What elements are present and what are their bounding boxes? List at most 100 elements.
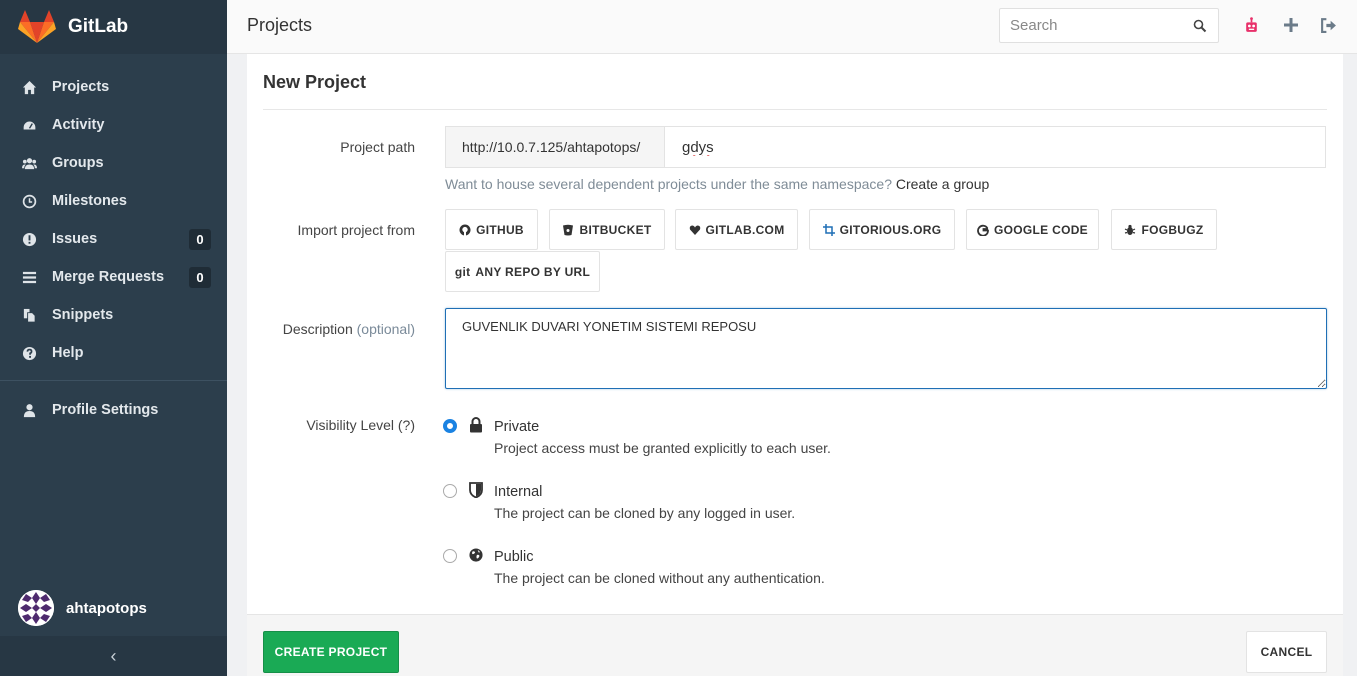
namespace-help: Want to house several dependent projects… xyxy=(445,176,989,192)
heading-divider xyxy=(263,109,1327,110)
issues-count-badge: 0 xyxy=(189,229,211,250)
clock-icon xyxy=(20,193,38,209)
import-google-code-button[interactable]: GOOGLE CODE xyxy=(966,209,1099,250)
namespace-prefix: http://10.0.7.125/ahtapotops/ xyxy=(446,127,665,167)
robot-icon xyxy=(1245,16,1257,32)
chevron-left-icon: ‹ xyxy=(110,645,117,666)
sidebar-profile-nav: Profile Settings xyxy=(0,391,227,429)
radio-internal[interactable] xyxy=(443,484,457,498)
merge-requests-count-badge: 0 xyxy=(189,267,211,288)
bug-icon xyxy=(1124,224,1136,236)
list-icon xyxy=(20,269,38,285)
description-label-text: Description xyxy=(282,321,353,337)
sidebar-item-label: Issues xyxy=(52,231,98,247)
import-fogbugz-button[interactable]: FOGBUGZ xyxy=(1111,209,1217,250)
import-google-code-label: GOOGLE CODE xyxy=(994,222,1088,237)
search-icon xyxy=(1193,19,1207,33)
page-title: Projects xyxy=(247,15,313,35)
git-icon: git xyxy=(454,264,471,279)
import-bitbucket-button[interactable]: BITBUCKET xyxy=(549,209,665,250)
google-icon xyxy=(977,224,989,236)
new-project-form: New Project Project path http://10.0.7.1… xyxy=(247,54,1343,614)
visibility-title: Public xyxy=(494,549,534,565)
current-user[interactable]: ahtapotops xyxy=(18,590,147,626)
globe-icon xyxy=(469,548,483,562)
gitlab-logo-icon xyxy=(18,10,56,43)
import-github-button[interactable]: GITHUB xyxy=(445,209,538,250)
home-icon xyxy=(20,79,38,95)
form-actions: CREATE PROJECT CANCEL xyxy=(247,614,1343,676)
shield-icon xyxy=(469,482,483,498)
visibility-label: Visibility Level (?) xyxy=(306,417,415,433)
new-project-button[interactable] xyxy=(1281,15,1301,35)
import-bitbucket-label: BITBUCKET xyxy=(579,222,652,237)
crop-icon xyxy=(822,223,835,236)
optional-hint: (optional) xyxy=(356,321,415,337)
sign-out-icon xyxy=(1320,17,1336,33)
bitbucket-icon xyxy=(562,224,574,236)
sidebar-item-label: Groups xyxy=(52,155,104,171)
group-icon xyxy=(20,155,38,171)
sidebar: GitLab Projects Activity Groups Mileston… xyxy=(0,0,227,676)
form-heading: New Project xyxy=(263,72,367,92)
project-path-group: http://10.0.7.125/ahtapotops/ xyxy=(445,126,1326,168)
create-group-link[interactable]: Create a group xyxy=(896,176,989,192)
sidebar-item-issues[interactable]: Issues 0 xyxy=(0,220,227,258)
import-gitlab-com-label: GITLAB.COM xyxy=(705,222,785,237)
import-gitorious-button[interactable]: GITORIOUS.ORG xyxy=(809,209,955,250)
sidebar-item-profile-settings[interactable]: Profile Settings xyxy=(0,391,227,429)
brand-name: GitLab xyxy=(68,16,129,37)
sidebar-item-merge-requests[interactable]: Merge Requests 0 xyxy=(0,258,227,296)
admin-area-button[interactable] xyxy=(1241,15,1261,35)
import-label: Import project from xyxy=(297,222,415,238)
sidebar-item-label: Snippets xyxy=(52,307,114,323)
sidebar-item-label: Milestones xyxy=(52,193,127,209)
top-header: Projects xyxy=(227,0,1357,54)
radio-public[interactable] xyxy=(443,549,457,563)
project-path-input[interactable] xyxy=(665,127,1325,167)
help-text: Want to house several dependent projects… xyxy=(445,176,892,192)
sidebar-item-label: Projects xyxy=(52,79,110,95)
sidebar-item-help[interactable]: Help xyxy=(0,334,227,372)
import-gitlab-com-button[interactable]: GITLAB.COM xyxy=(675,209,798,250)
sidebar-item-activity[interactable]: Activity xyxy=(0,106,227,144)
sidebar-item-snippets[interactable]: Snippets xyxy=(0,296,227,334)
visibility-desc: The project can be cloned without any au… xyxy=(494,570,825,586)
sidebar-item-projects[interactable]: Projects xyxy=(0,68,227,106)
username: ahtapotops xyxy=(66,599,147,617)
sidebar-item-milestones[interactable]: Milestones xyxy=(0,182,227,220)
exclamation-icon xyxy=(20,231,38,247)
dashboard-icon xyxy=(20,117,38,133)
create-project-button[interactable]: CREATE PROJECT xyxy=(263,631,399,673)
lock-icon xyxy=(470,417,482,433)
visibility-desc: Project access must be granted explicitl… xyxy=(494,440,831,456)
import-fogbugz-label: FOGBUGZ xyxy=(1141,222,1204,237)
sign-out-button[interactable] xyxy=(1318,15,1338,35)
question-icon xyxy=(20,345,38,361)
visibility-title: Private xyxy=(494,419,540,435)
import-repo-by-url-button[interactable]: git ANY REPO BY URL xyxy=(445,251,600,292)
sidebar-item-label: Help xyxy=(52,345,84,361)
sidebar-item-label: Merge Requests xyxy=(52,269,165,285)
description-textarea[interactable] xyxy=(445,308,1327,389)
search-box[interactable] xyxy=(999,8,1219,43)
project-path-label: Project path xyxy=(340,139,415,155)
sidebar-item-label: Activity xyxy=(52,117,105,133)
sidebar-item-label: Profile Settings xyxy=(52,402,159,418)
sidebar-item-groups[interactable]: Groups xyxy=(0,144,227,182)
collapse-sidebar-button[interactable]: ‹ xyxy=(0,636,227,676)
heart-icon xyxy=(689,224,701,236)
brand[interactable]: GitLab xyxy=(0,0,227,54)
visibility-desc: The project can be cloned by any logged … xyxy=(494,505,796,521)
cancel-button[interactable]: CANCEL xyxy=(1246,631,1327,673)
description-label: Description (optional) xyxy=(283,321,415,337)
files-icon xyxy=(20,307,38,323)
radio-private[interactable] xyxy=(443,419,457,433)
import-repo-by-url-label: ANY REPO BY URL xyxy=(475,264,591,279)
search-input[interactable] xyxy=(1000,9,1180,42)
sidebar-nav: Projects Activity Groups Milestones Issu… xyxy=(0,54,227,372)
user-icon xyxy=(20,402,38,418)
plus-icon xyxy=(1284,18,1298,32)
visibility-title: Internal xyxy=(494,484,543,500)
import-github-label: GITHUB xyxy=(476,222,524,237)
